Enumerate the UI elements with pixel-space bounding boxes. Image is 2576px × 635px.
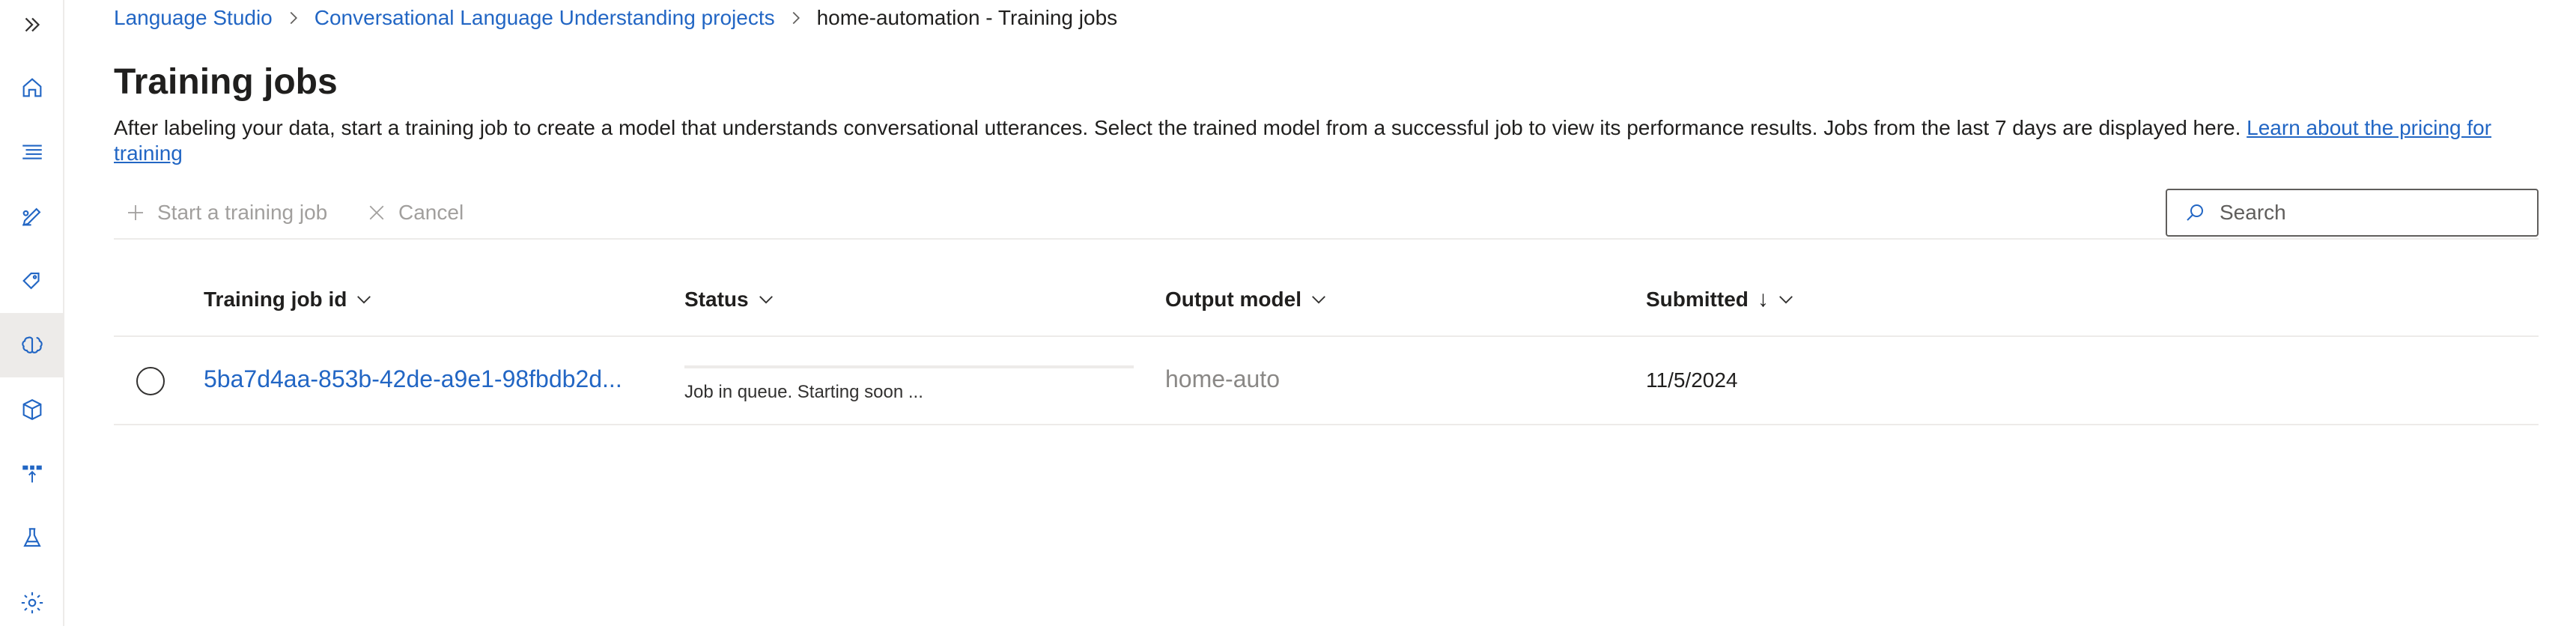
page-title: Training jobs: [114, 62, 338, 102]
cancel-label: Cancel: [398, 201, 464, 224]
nav-tags[interactable]: [0, 249, 64, 313]
column-header-label: Training job id: [204, 288, 347, 311]
nav-testing[interactable]: [0, 506, 64, 571]
list-icon: [22, 145, 42, 159]
column-header-label: Submitted: [1646, 288, 1749, 311]
search-input[interactable]: [2218, 200, 2518, 225]
double-chevron-right-icon: [25, 17, 40, 32]
nav-home[interactable]: [0, 55, 64, 120]
chevron-down-icon: [357, 296, 371, 304]
search-box[interactable]: [2166, 189, 2539, 237]
close-icon: [369, 205, 384, 220]
cancel-button[interactable]: Cancel: [365, 198, 464, 228]
table-row[interactable]: 5ba7d4aa-853b-42de-a9e1-98fbdb2d... Job …: [114, 337, 2539, 425]
flask-icon: [23, 528, 41, 547]
expand-nav-button[interactable]: [0, 0, 64, 57]
start-training-job-label: Start a training job: [157, 201, 328, 224]
nav-data-labeling[interactable]: [0, 184, 64, 249]
nav-model-performance[interactable]: [0, 377, 64, 442]
submitted-date: 11/5/2024: [1646, 368, 1738, 392]
output-model: home-auto: [1165, 365, 1280, 392]
sort-descending-icon: ↓: [1757, 287, 1769, 312]
command-bar: Start a training job Cancel: [114, 187, 2539, 240]
cube-icon: [22, 399, 42, 420]
home-icon: [22, 78, 42, 97]
training-job-id-link[interactable]: 5ba7d4aa-853b-42de-a9e1-98fbdb2d...: [204, 365, 622, 393]
column-header-label: Status: [684, 288, 749, 311]
column-header-output-model[interactable]: Output model: [1165, 262, 1327, 337]
status-progress-bar: [684, 365, 1134, 368]
nav-settings[interactable]: [0, 571, 64, 635]
start-training-job-button[interactable]: Start a training job: [124, 198, 327, 228]
left-nav-rail: [0, 0, 64, 626]
page-description: After labeling your data, start a traini…: [114, 115, 2539, 166]
search-icon: [2187, 204, 2203, 221]
nav-deploying[interactable]: [0, 442, 64, 506]
column-header-label: Output model: [1165, 288, 1301, 311]
nav-training-jobs[interactable]: [0, 313, 64, 377]
main-content: Language Studio Conversational Language …: [114, 0, 2539, 626]
breadcrumb: Language Studio Conversational Language …: [114, 3, 1117, 33]
column-header-submitted[interactable]: Submitted ↓: [1646, 262, 1794, 337]
column-header-job-id[interactable]: Training job id: [204, 262, 372, 337]
breadcrumb-clu-projects[interactable]: Conversational Language Understanding pr…: [315, 6, 775, 30]
brain-icon: [22, 336, 43, 353]
pencil-icon: [22, 207, 41, 226]
column-header-status[interactable]: Status: [684, 262, 774, 337]
breadcrumb-current-page: home-automation - Training jobs: [816, 6, 1118, 29]
row-select-radio[interactable]: [136, 367, 165, 395]
breadcrumb-language-studio[interactable]: Language Studio: [114, 6, 273, 30]
add-icon: [128, 205, 143, 220]
deploy-icon: [22, 465, 42, 483]
status-text: Job in queue. Starting soon ...: [684, 382, 923, 402]
description-text: After labeling your data, start a traini…: [114, 116, 2247, 139]
chevron-right-icon: [286, 10, 301, 25]
tag-icon: [22, 273, 40, 290]
training-jobs-table: Training job id Status Output model Subm…: [114, 262, 2539, 425]
chevron-down-icon: [1312, 296, 1325, 304]
gear-icon: [21, 592, 43, 614]
nav-schema[interactable]: [0, 120, 64, 184]
chevron-right-icon: [789, 10, 804, 25]
chevron-down-icon: [1778, 296, 1793, 304]
table-header: Training job id Status Output model Subm…: [114, 262, 2539, 337]
chevron-down-icon: [759, 296, 773, 304]
